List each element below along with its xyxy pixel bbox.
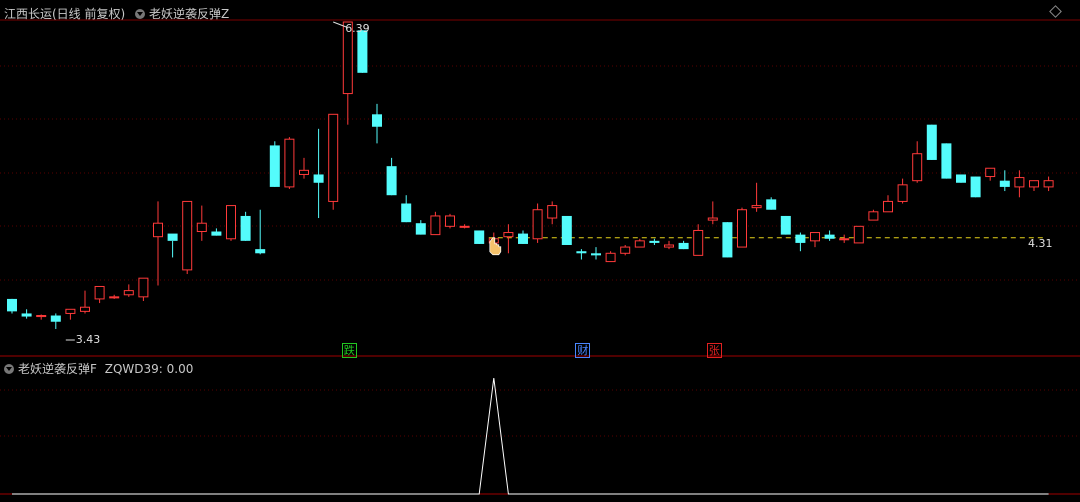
- candle-body-up: [985, 167, 996, 178]
- candle-body-up: [284, 138, 295, 188]
- candle-body-down: [824, 234, 835, 239]
- main-chart-header: 江西长运(日线 前复权) 老妖逆袭反弹Z: [4, 5, 229, 22]
- candle-body-up: [299, 169, 309, 175]
- candle-body-up: [634, 240, 645, 248]
- stock-title: 江西长运(日线 前复权): [4, 7, 126, 21]
- candle-body-up: [839, 238, 850, 241]
- candle-body-down: [21, 313, 32, 317]
- sub-chart-header: 老妖逆袭反弹F ZQWD39: 0.00: [4, 360, 193, 377]
- candle-body-up: [912, 153, 923, 182]
- candle-body-up: [737, 209, 747, 248]
- candle-body-up: [153, 222, 163, 238]
- candle-body-down: [313, 174, 324, 183]
- candle-body-down: [999, 180, 1010, 187]
- candle-body-up: [605, 252, 616, 263]
- candle-body-up: [532, 209, 543, 240]
- candle-body-down: [518, 233, 528, 244]
- candle-body-down: [766, 199, 777, 210]
- candle-body-up: [226, 205, 236, 240]
- candle-body-down: [50, 315, 61, 322]
- candle-body-up: [707, 217, 718, 221]
- candle-body-up: [138, 277, 149, 298]
- candle-body-up: [1029, 180, 1039, 188]
- candle-body-up: [1014, 177, 1025, 188]
- candle-body-down: [941, 143, 952, 179]
- candle-body-up: [328, 113, 339, 202]
- candle-body-down: [649, 240, 660, 243]
- candle-body-down: [474, 230, 485, 244]
- candle-body-down: [561, 215, 572, 245]
- candle-body-down: [357, 30, 368, 73]
- candle-body-down: [780, 215, 791, 235]
- candle-body-up: [94, 285, 105, 300]
- price-annotation: 3.43: [75, 333, 101, 346]
- candle-body-down: [269, 145, 280, 187]
- candle-body-up: [547, 205, 558, 219]
- candle-body-down: [240, 215, 251, 241]
- candle-body-up: [80, 306, 90, 312]
- candle-body-down: [211, 231, 222, 236]
- candle-body-up: [182, 200, 193, 271]
- dropdown-icon[interactable]: [135, 9, 146, 19]
- event-marker[interactable]: 跌: [341, 343, 357, 358]
- sub-indicator-readout: ZQWD39: 0.00: [104, 362, 194, 376]
- candle-body-up: [810, 232, 820, 242]
- candle-body-up: [430, 215, 441, 236]
- candle-body-up: [897, 184, 908, 202]
- candle-body-down: [7, 298, 17, 312]
- candle-body-down: [678, 242, 689, 250]
- candle-body-down: [970, 176, 981, 198]
- candle-body-up: [36, 315, 47, 318]
- candle-body-up: [620, 246, 631, 254]
- candle-body-down: [386, 166, 397, 196]
- candle-body-down: [401, 203, 412, 223]
- candle-body-up: [883, 200, 893, 213]
- indicator-title[interactable]: 老妖逆袭反弹Z: [149, 7, 229, 21]
- candle-body-up: [123, 290, 134, 296]
- candle-body-up: [664, 244, 674, 248]
- chart-canvas: [0, 19, 1080, 495]
- candle-body-down: [167, 233, 178, 241]
- dropdown-icon[interactable]: [4, 364, 14, 374]
- signal-line: [12, 377, 1049, 495]
- price-annotation: 4.31: [1028, 236, 1053, 250]
- event-marker[interactable]: 张: [706, 343, 722, 358]
- candle-body-down: [372, 114, 382, 127]
- candle-body-down: [255, 249, 266, 254]
- price-annotation: 6.39: [345, 22, 370, 35]
- candle-body-down: [591, 253, 601, 256]
- candle-body-down: [926, 124, 937, 160]
- candle-body-down: [576, 251, 587, 254]
- candle-body-up: [1043, 180, 1054, 188]
- candle-body-down: [956, 174, 966, 183]
- candle-body-up: [65, 308, 76, 314]
- candle-body-up: [853, 225, 864, 244]
- candle-body-up: [459, 225, 470, 228]
- candle-body-up: [196, 222, 207, 233]
- candle-body-up: [868, 211, 879, 221]
- candle-body-down: [722, 222, 733, 258]
- event-marker[interactable]: 财: [575, 343, 591, 358]
- candle-body-up: [693, 229, 704, 256]
- candle-body-down: [415, 223, 426, 235]
- candle-body-down: [795, 234, 806, 243]
- candle-body-up: [503, 232, 514, 238]
- candle-body-up: [445, 215, 455, 227]
- sub-indicator-title[interactable]: 老妖逆袭反弹F: [18, 362, 97, 376]
- candle-body-up: [751, 205, 762, 209]
- candle-body-up: [109, 296, 120, 299]
